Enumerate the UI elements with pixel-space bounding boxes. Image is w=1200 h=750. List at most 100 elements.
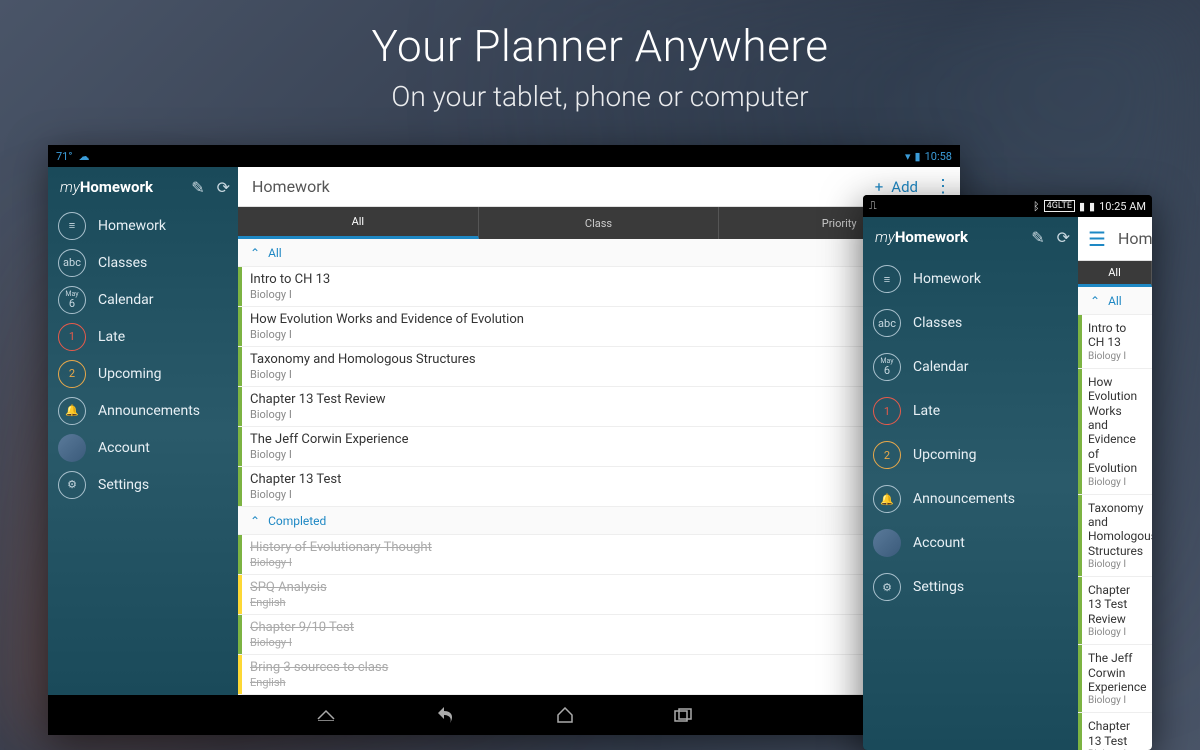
- main-header: ☰ Homework: [1078, 217, 1152, 261]
- tab-class[interactable]: Class: [479, 207, 720, 239]
- sidebar-item-label: Calendar: [913, 359, 969, 375]
- homework-title: The Jeff Corwin Experience: [1088, 651, 1144, 694]
- sidebar-item-late[interactable]: 1 Late: [863, 389, 1078, 433]
- homework-class: Biology I: [1088, 627, 1144, 638]
- homework-class: Biology I: [250, 328, 950, 341]
- android-navbar: [48, 695, 960, 735]
- sidebar-item-homework[interactable]: ≡ Homework: [863, 257, 1078, 301]
- sidebar-item-label: Late: [913, 403, 940, 419]
- nav-recent-icon[interactable]: [674, 708, 692, 722]
- sidebar-item-calendar[interactable]: May6Calendar: [48, 281, 238, 318]
- avatar-icon: [58, 434, 86, 462]
- page-title: Homework: [1118, 229, 1152, 248]
- nav-home-icon[interactable]: [556, 707, 574, 723]
- sidebar-header: myHomework ✎ ⟳: [863, 217, 1078, 257]
- classes-icon: abc: [58, 249, 86, 277]
- tabs: All: [1078, 261, 1152, 287]
- hero-subtitle: On your tablet, phone or computer: [0, 80, 1200, 113]
- battery-icon: ▮: [915, 150, 921, 163]
- homework-title: Chapter 9/10 Test: [250, 620, 950, 635]
- homework-item[interactable]: Chapter 9/10 TestBiology I: [238, 615, 960, 655]
- sidebar-item-calendar[interactable]: May6Calendar: [863, 345, 1078, 389]
- sidebar-item-announcements[interactable]: 🔔Announcements: [48, 392, 238, 429]
- homework-item[interactable]: Taxonomy and Homologous StructuresBiolog…: [238, 347, 960, 387]
- sidebar-item-upcoming[interactable]: 2Upcoming: [863, 433, 1078, 477]
- nav-up-icon[interactable]: [316, 709, 336, 721]
- homework-item[interactable]: The Jeff Corwin ExperienceBiology I: [238, 427, 960, 467]
- sync-icon[interactable]: ⟳: [1057, 228, 1070, 247]
- sidebar-item-settings[interactable]: ⚙ Settings: [863, 565, 1078, 609]
- sidebar-item-upcoming[interactable]: 2Upcoming: [48, 355, 238, 392]
- homework-item[interactable]: Chapter 13 Test ReviewBiology I: [238, 387, 960, 427]
- chevron-up-icon: ⌃: [1090, 294, 1100, 308]
- sidebar-item-label: Upcoming: [98, 366, 162, 382]
- phone-main: ☰ Homework All ⌃All Intro to CH 13Biolog…: [1078, 217, 1152, 750]
- homework-item[interactable]: Intro to CH 13Biology I: [238, 267, 960, 307]
- nav-back-icon[interactable]: [436, 707, 456, 723]
- homework-title: Chapter 13 Test Review: [1088, 583, 1144, 626]
- sidebar-item-label: Settings: [913, 579, 964, 595]
- hero: Your Planner Anywhere On your tablet, ph…: [0, 0, 1200, 113]
- homework-icon: ≡: [873, 265, 901, 293]
- plus-icon: +: [875, 178, 884, 196]
- sidebar-item-settings[interactable]: ⚙Settings: [48, 466, 238, 503]
- sidebar-item-label: Account: [913, 535, 965, 551]
- late-icon: 1: [58, 323, 86, 351]
- brush-icon[interactable]: ✎: [191, 178, 204, 197]
- homework-item[interactable]: SPQ AnalysisEnglish: [238, 575, 960, 615]
- homework-title: The Jeff Corwin Experience: [250, 432, 950, 447]
- homework-class: Biology I: [1088, 351, 1144, 362]
- sidebar-item-label: Late: [98, 329, 125, 345]
- homework-item[interactable]: Chapter 13 Test ReviewBiology I: [1078, 577, 1152, 645]
- late-icon: 1: [873, 397, 901, 425]
- homework-item[interactable]: How Evolution Works and Evidence of Evol…: [238, 307, 960, 347]
- tab-all[interactable]: All: [1078, 261, 1152, 287]
- homework-icon: ≡: [58, 212, 86, 240]
- status-time: 10:58: [925, 150, 952, 163]
- homework-class: Biology I: [250, 488, 950, 501]
- homework-item[interactable]: The Jeff Corwin ExperienceBiology I: [1078, 645, 1152, 713]
- homework-title: Chapter 13 Test Review: [250, 392, 950, 407]
- sidebar-item-account[interactable]: Account: [863, 521, 1078, 565]
- sync-icon[interactable]: ⟳: [217, 178, 230, 197]
- more-button[interactable]: ⋮: [934, 176, 952, 197]
- sidebar-item-homework[interactable]: ≡Homework: [48, 207, 238, 244]
- gear-icon: ⚙: [873, 573, 901, 601]
- section-completed[interactable]: ⌃Completed: [238, 507, 960, 535]
- homework-item[interactable]: History of Evolutionary ThoughtBiology I: [238, 535, 960, 575]
- sidebar-item-classes[interactable]: abcClasses: [863, 301, 1078, 345]
- homework-item[interactable]: How Evolution Works and Evidence of Evol…: [1078, 369, 1152, 495]
- homework-item[interactable]: Intro to CH 13Biology I: [1078, 315, 1152, 369]
- sidebar-item-classes[interactable]: abcClasses: [48, 244, 238, 281]
- brush-icon[interactable]: ✎: [1031, 228, 1044, 247]
- homework-class: Biology I: [1088, 695, 1144, 706]
- battery-icon: ▮: [1089, 200, 1095, 213]
- section-all[interactable]: ⌃All: [238, 239, 960, 267]
- add-button[interactable]: +Add: [875, 178, 918, 196]
- sidebar-item-label: Announcements: [98, 403, 200, 419]
- sidebar-item-account[interactable]: Account: [48, 429, 238, 466]
- sidebar-header: myHomework ✎ ⟳: [48, 167, 238, 207]
- status-time: 10:25 AM: [1099, 200, 1146, 213]
- homework-item[interactable]: Taxonomy and Homologous StructuresBiolog…: [1078, 495, 1152, 578]
- chevron-up-icon: ⌃: [250, 246, 260, 260]
- cloud-icon: ☁: [78, 150, 89, 163]
- tablet-statusbar: 71° ☁ ▾ ▮ 10:58: [48, 145, 960, 167]
- sidebar-item-label: Homework: [913, 271, 981, 287]
- main-header: Homework +Add ⋮: [238, 167, 960, 207]
- sidebar-item-announcements[interactable]: 🔔Announcements: [863, 477, 1078, 521]
- menu-icon[interactable]: ☰: [1088, 227, 1106, 251]
- gear-icon: ⚙: [58, 471, 86, 499]
- avatar-icon: [873, 529, 901, 557]
- homework-class: Biology I: [250, 408, 950, 421]
- tab-all[interactable]: All: [238, 207, 479, 239]
- homework-item[interactable]: Bring 3 sources to classEnglish: [238, 655, 960, 695]
- phone-sidebar: myHomework ✎ ⟳ ≡ Homework abcClasses May6…: [863, 217, 1078, 750]
- sidebar-item-late[interactable]: 1 Late: [48, 318, 238, 355]
- homework-item[interactable]: Chapter 13 TestBiology I: [238, 467, 960, 507]
- homework-item[interactable]: Chapter 13 TestBiology I: [1078, 713, 1152, 750]
- section-all[interactable]: ⌃All: [1078, 287, 1152, 315]
- tablet-main: Homework +Add ⋮ All Class Priority ⌃All …: [238, 167, 960, 695]
- homework-title: Intro to CH 13: [1088, 321, 1144, 350]
- homework-class: English: [250, 676, 950, 689]
